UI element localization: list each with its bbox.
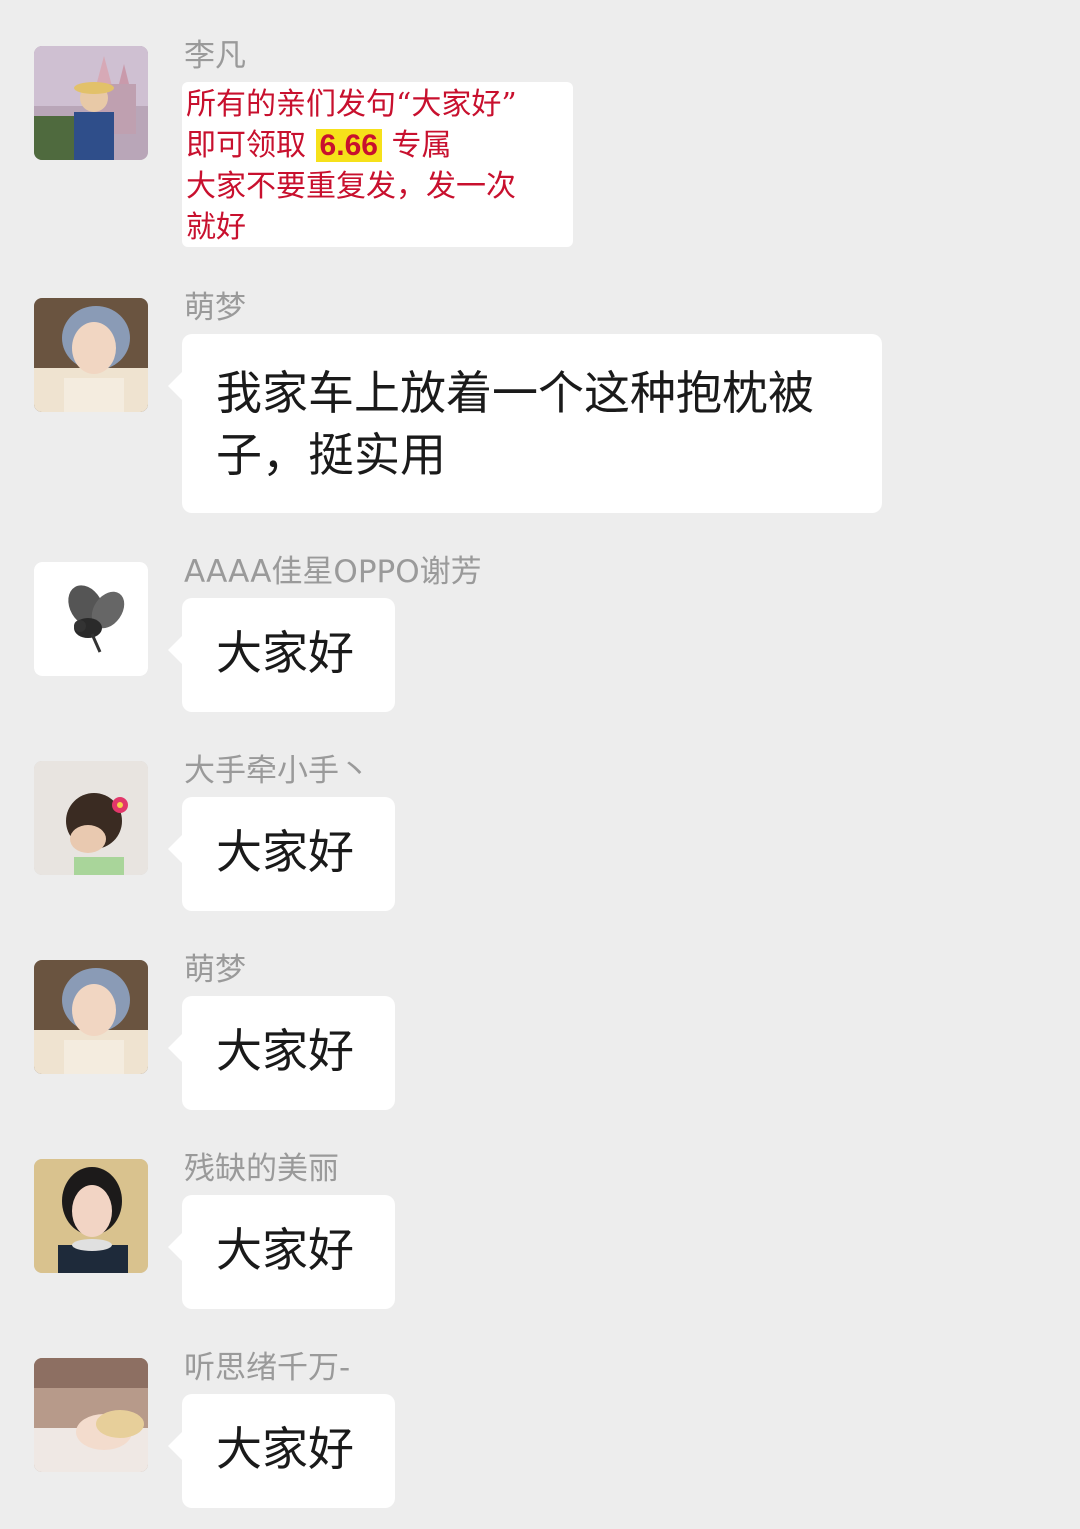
portrait-woman-avatar-icon[interactable] [34, 960, 148, 1074]
promo-text: 专属 [391, 128, 452, 163]
message-text-line: 我家车上放着一个这种抱枕被 [216, 366, 814, 420]
promo-image-message[interactable]: 所有的亲们发句“大家好” 即可领取 6.66 专属 大家不要重复发，发一次 就好 [182, 82, 573, 247]
promo-line: 就好 [186, 210, 246, 245]
message-text: 大家好 [216, 626, 354, 680]
promo-line: 大家不要重复发，发一次 [186, 169, 516, 204]
bee-avatar-icon[interactable] [34, 562, 148, 676]
sender-name: 萌梦 [184, 290, 246, 326]
sender-name: 听思绪千万- [184, 1350, 351, 1386]
promo-amount: 6.66 [315, 129, 382, 162]
portrait-lying-avatar-icon[interactable] [34, 1358, 148, 1472]
message-text: 大家好 [216, 1422, 354, 1476]
sender-name: AAAA佳星OPPO谢芳 [184, 554, 482, 590]
message-bubble[interactable]: 大家好 [168, 797, 395, 911]
portrait-woman-dark-hair-avatar-icon[interactable] [34, 1159, 148, 1273]
promo-line: 所有的亲们发句“大家好” [186, 87, 517, 122]
message-text: 大家好 [216, 825, 354, 879]
child-flower-avatar-icon[interactable] [34, 761, 148, 875]
portrait-castle-avatar-icon[interactable] [34, 46, 148, 160]
message-bubble[interactable]: 我家车上放着一个这种抱枕被 子，挺实用 [168, 334, 882, 513]
message-text: 大家好 [216, 1024, 354, 1078]
promo-line: 即可领取 6.66 专属 [186, 125, 569, 166]
sender-name: 残缺的美丽 [184, 1151, 339, 1187]
sender-name: 李凡 [184, 38, 246, 74]
message-bubble[interactable]: 大家好 [168, 1394, 395, 1508]
promo-text: 即可领取 [186, 128, 306, 163]
message-bubble[interactable]: 大家好 [168, 598, 395, 712]
message-bubble[interactable]: 大家好 [168, 1195, 395, 1309]
sender-name: 大手牵小手丶 [184, 753, 370, 789]
portrait-woman-avatar-icon[interactable] [34, 298, 148, 412]
message-text: 大家好 [216, 1223, 354, 1277]
message-bubble[interactable]: 大家好 [168, 996, 395, 1110]
message-text-line: 子，挺实用 [216, 428, 446, 482]
sender-name: 萌梦 [184, 952, 246, 988]
